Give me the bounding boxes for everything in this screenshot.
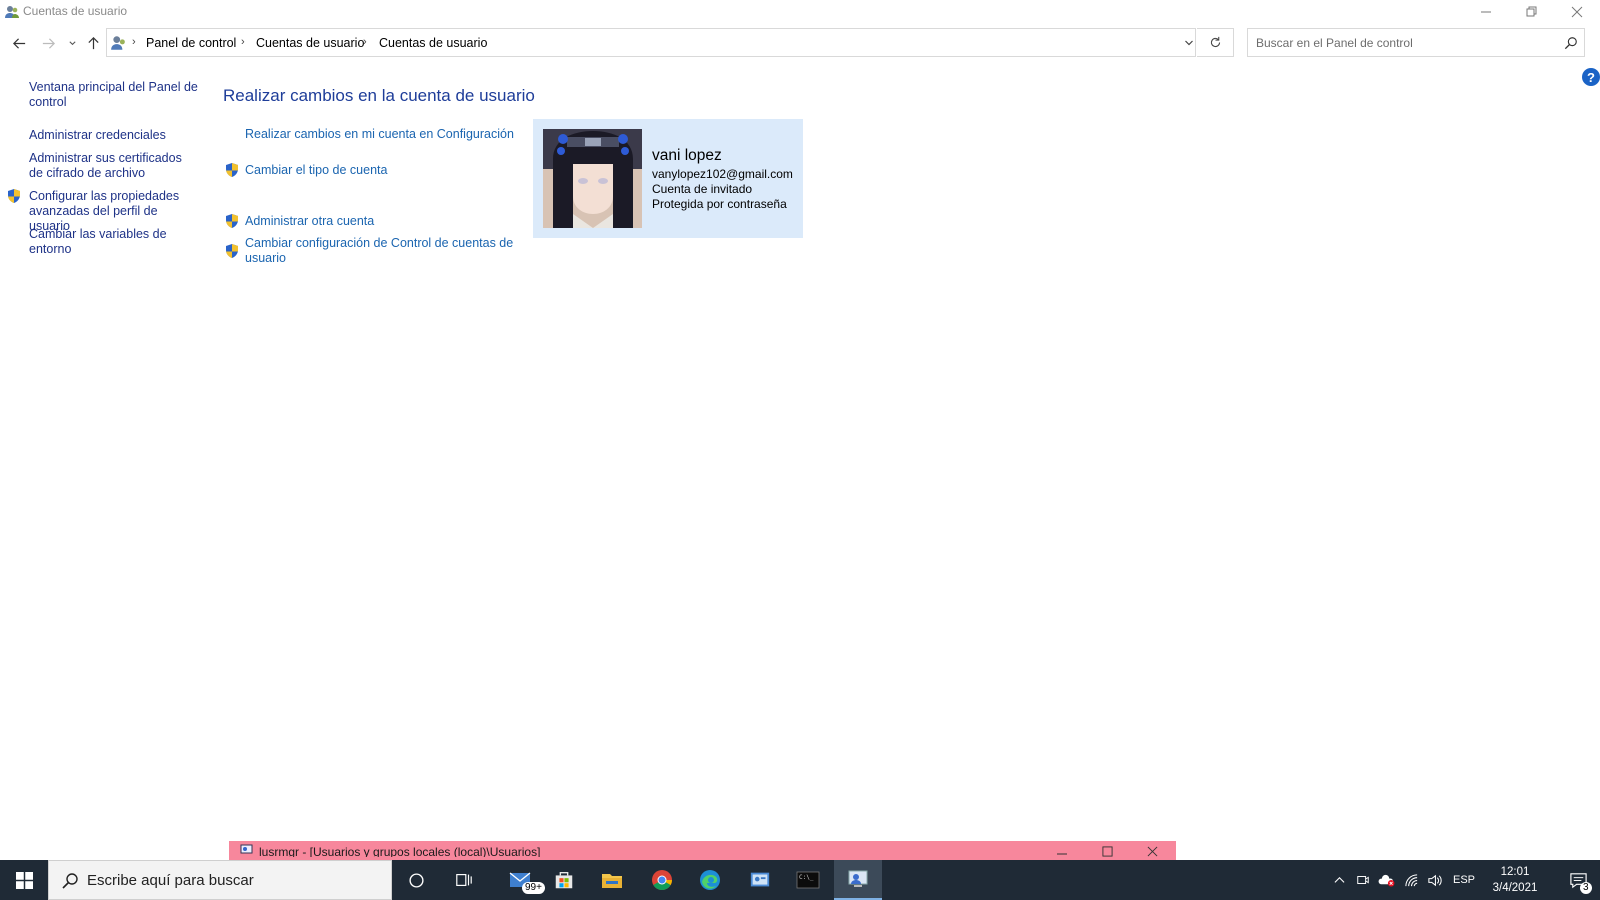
wifi-icon — [1404, 873, 1417, 886]
link-control-panel-home[interactable]: Ventana principal del Panel de control — [29, 80, 199, 110]
windows-logo-icon — [15, 871, 33, 889]
clock-date: 3/4/2021 — [1492, 882, 1538, 894]
input-language[interactable]: ESP — [1448, 860, 1480, 900]
recent-locations-button[interactable] — [62, 33, 82, 53]
arrow-up-icon — [87, 36, 99, 49]
close-button[interactable] — [1554, 0, 1600, 24]
taskbar-file-explorer[interactable] — [588, 860, 636, 900]
task-view-icon — [456, 874, 472, 886]
minimize-button[interactable] — [1463, 0, 1509, 24]
computer-management-icon — [240, 844, 253, 857]
link-change-account-in-settings[interactable]: Realizar cambios en mi cuenta en Configu… — [245, 127, 514, 142]
action-center-button[interactable]: 3 — [1556, 860, 1600, 900]
breadcrumb-cuentas-de-usuario[interactable]: Cuentas de usuario — [256, 36, 364, 50]
cortana-icon — [408, 872, 424, 888]
uac-shield-icon — [224, 243, 240, 259]
clock[interactable]: 12:01 3/4/2021 — [1480, 864, 1550, 896]
svg-text:C:\_: C:\_ — [799, 874, 814, 881]
restore-icon — [1526, 6, 1537, 17]
control-panel-icon — [110, 34, 128, 52]
taskbar-terminal[interactable]: C:\_ — [784, 860, 832, 900]
chevron-right-icon[interactable]: › — [241, 36, 245, 48]
search-icon[interactable] — [1564, 36, 1578, 50]
link-change-account-type[interactable]: Cambiar el tipo de cuenta — [245, 163, 387, 178]
store-icon — [555, 871, 573, 889]
uac-shield-icon — [6, 188, 22, 204]
speaker-icon — [1427, 874, 1442, 886]
taskbar-store[interactable] — [540, 860, 588, 900]
cloud-error-icon — [1378, 874, 1394, 887]
breadcrumb-current[interactable]: Cuentas de usuario — [379, 36, 487, 50]
back-button[interactable] — [9, 33, 29, 53]
uac-shield-icon — [224, 162, 240, 178]
help-icon[interactable]: ? — [1582, 68, 1600, 86]
search-box[interactable] — [1247, 28, 1585, 57]
show-hidden-icons-button[interactable] — [1328, 860, 1350, 900]
control-panel-icon — [750, 872, 770, 887]
user-accounts-icon — [4, 4, 20, 20]
folder-icon — [602, 874, 622, 888]
camera-icon — [1357, 876, 1369, 884]
network-tray[interactable] — [1400, 860, 1422, 900]
title-bar: Cuentas de usuario — [0, 0, 1600, 24]
minimize-icon[interactable] — [1056, 843, 1068, 861]
link-environment-variables[interactable]: Cambiar las variables de entorno — [29, 227, 199, 257]
up-button[interactable] — [83, 33, 103, 53]
chevron-down-icon — [1185, 40, 1193, 45]
close-icon — [1571, 6, 1583, 18]
cortana-button[interactable] — [392, 860, 440, 900]
terminal-icon: C:\_ — [796, 871, 820, 889]
account-name: vani lopez — [652, 147, 722, 164]
account-protection: Protegida por contraseña — [652, 197, 787, 211]
taskbar-control-panel[interactable] — [736, 860, 784, 900]
start-button[interactable] — [0, 860, 48, 900]
meet-now-tray[interactable] — [1352, 860, 1374, 900]
taskbar: 99+ C:\_ ESP 12:01 3/4/2021 3 — [0, 860, 1600, 900]
task-view-button[interactable] — [440, 860, 488, 900]
arrow-right-icon — [42, 37, 55, 49]
taskbar-search[interactable] — [48, 860, 392, 900]
taskbar-edge[interactable] — [686, 860, 734, 900]
breadcrumb-panel-de-control[interactable]: Panel de control — [146, 36, 236, 50]
minimize-icon — [1481, 11, 1491, 13]
notification-count: 3 — [1580, 882, 1592, 894]
account-type: Cuenta de invitado — [652, 182, 753, 196]
arrow-left-icon — [12, 37, 25, 49]
refresh-icon — [1210, 36, 1220, 48]
onedrive-tray[interactable] — [1374, 860, 1398, 900]
restore-button[interactable] — [1509, 0, 1555, 24]
computer-management-icon — [848, 870, 868, 887]
chrome-icon — [652, 870, 673, 891]
chevron-up-icon — [1334, 876, 1344, 883]
background-window-titlebar[interactable]: lusrmgr - [Usuarios y grupos locales (lo… — [229, 841, 1176, 860]
taskbar-chrome[interactable] — [638, 860, 686, 900]
background-window-title: lusrmgr - [Usuarios y grupos locales (lo… — [259, 845, 541, 857]
taskbar-lusrmgr[interactable] — [834, 860, 882, 900]
account-email: vanylopez102@gmail.com — [652, 167, 793, 181]
search-icon — [61, 872, 79, 890]
chevron-down-icon — [68, 40, 76, 45]
forward-button[interactable] — [38, 33, 58, 53]
taskbar-mail[interactable]: 99+ — [496, 860, 545, 900]
clock-time: 12:01 — [1500, 866, 1530, 878]
page-title: Realizar cambios en la cuenta de usuario — [223, 86, 535, 105]
taskbar-search-input[interactable] — [87, 861, 387, 899]
link-manage-another-account[interactable]: Administrar otra cuenta — [245, 214, 374, 229]
link-manage-credentials[interactable]: Administrar credenciales — [29, 128, 199, 143]
search-input[interactable] — [1248, 29, 1548, 56]
refresh-button[interactable] — [1197, 28, 1234, 57]
address-bar[interactable]: › Panel de control › Cuentas de usuario … — [106, 28, 1196, 57]
account-card: vani lopez vanylopez102@gmail.com Cuenta… — [533, 119, 803, 238]
uac-shield-icon — [224, 213, 240, 229]
volume-tray[interactable] — [1422, 860, 1446, 900]
link-file-encryption-certificates[interactable]: Administrar sus certificados de cifrado … — [29, 151, 199, 181]
avatar[interactable] — [543, 129, 642, 228]
edge-icon — [700, 870, 720, 890]
chevron-right-icon: › — [132, 36, 136, 48]
window-title: Cuentas de usuario — [23, 4, 128, 18]
link-uac-settings[interactable]: Cambiar configuración de Control de cuen… — [245, 236, 515, 266]
chevron-right-icon[interactable]: › — [363, 36, 367, 48]
